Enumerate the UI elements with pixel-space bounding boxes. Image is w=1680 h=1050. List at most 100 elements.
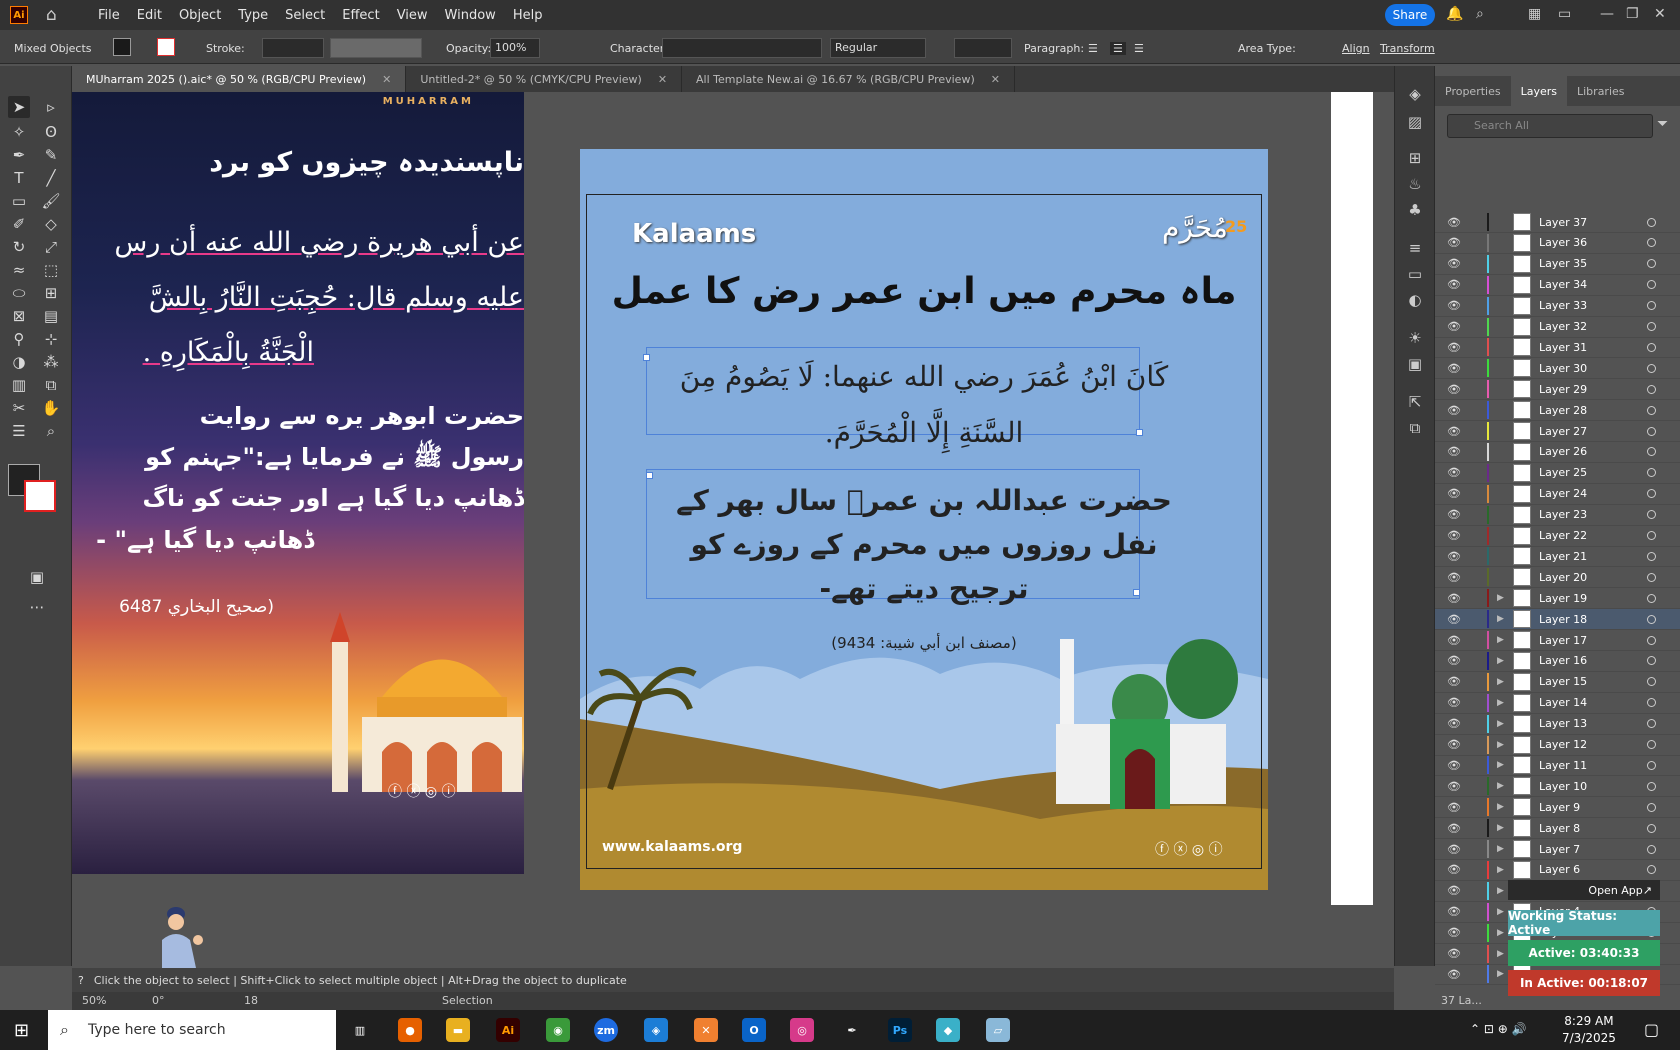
close-icon[interactable]: ✕: [658, 73, 667, 86]
layer-row[interactable]: 👁 ▶ Layer 16: [1435, 651, 1680, 672]
visibility-eye-icon[interactable]: 👁: [1447, 529, 1461, 542]
visibility-eye-icon[interactable]: 👁: [1447, 863, 1461, 876]
layer-name[interactable]: Layer 16: [1539, 654, 1587, 667]
slice-tool-icon[interactable]: ✂: [8, 397, 30, 419]
fill-swatch[interactable]: [113, 38, 131, 56]
layer-name[interactable]: Layer 34: [1539, 278, 1587, 291]
artboard-number-field[interactable]: 18: [244, 994, 258, 1007]
target-circle-icon[interactable]: [1647, 760, 1656, 770]
arabic-hadith-text[interactable]: كَانَ ابْنُ عُمَرَ رضي الله عنهما: لَا ي…: [650, 349, 1198, 461]
expand-chevron-icon[interactable]: ▶: [1497, 593, 1504, 603]
artboard-blank[interactable]: [1331, 92, 1373, 905]
layer-row[interactable]: 👁 ▶ Layer 15: [1435, 672, 1680, 693]
gradient-panel-icon[interactable]: ▭: [1405, 264, 1425, 284]
target-circle-icon[interactable]: [1647, 489, 1656, 499]
target-circle-icon[interactable]: [1647, 823, 1656, 833]
visibility-eye-icon[interactable]: 👁: [1447, 550, 1461, 563]
clock[interactable]: 8:29 AM 7/3/2025: [1562, 1013, 1616, 1047]
vscode-icon[interactable]: ◈: [644, 1018, 668, 1042]
layer-name[interactable]: Layer 24: [1539, 487, 1587, 500]
expand-chevron-icon[interactable]: ▶: [1497, 802, 1504, 812]
color-panel-icon[interactable]: ◈: [1405, 84, 1425, 104]
layers-search-input[interactable]: Search All: [1447, 114, 1653, 138]
visibility-eye-icon[interactable]: 👁: [1447, 738, 1461, 751]
urdu-translation-text[interactable]: حضرت عبداللہ بن عمرؓ سال بھر کے نفل روزو…: [650, 479, 1198, 611]
layer-row[interactable]: 👁 Layer 36: [1435, 233, 1680, 254]
eyedropper-tool-icon[interactable]: ⚲: [8, 328, 30, 350]
visibility-eye-icon[interactable]: 👁: [1447, 675, 1461, 688]
width-tool-icon[interactable]: ≈: [8, 259, 30, 281]
visibility-eye-icon[interactable]: 👁: [1447, 843, 1461, 856]
target-circle-icon[interactable]: [1647, 551, 1656, 561]
target-circle-icon[interactable]: [1647, 635, 1656, 645]
free-transform-icon[interactable]: ⬚: [40, 259, 62, 281]
export-icon[interactable]: ⇱: [1405, 392, 1425, 412]
measure-tool-icon[interactable]: ⊹: [40, 328, 62, 350]
edit-toolbar-icon[interactable]: ☰: [8, 420, 30, 442]
rectangle-tool-icon[interactable]: ▭: [8, 190, 30, 212]
visibility-eye-icon[interactable]: 👁: [1447, 654, 1461, 667]
expand-chevron-icon[interactable]: ▶: [1497, 760, 1504, 770]
expand-chevron-icon[interactable]: ▶: [1497, 949, 1504, 959]
layer-row[interactable]: 👁 Layer 23: [1435, 505, 1680, 526]
layer-row[interactable]: 👁 Layer 27: [1435, 421, 1680, 442]
layer-row[interactable]: 👁 Layer 20: [1435, 567, 1680, 589]
menu-type[interactable]: Type: [238, 8, 268, 23]
gradient-tool-icon[interactable]: ▤: [40, 305, 62, 327]
rotate-tool-icon[interactable]: ↻: [8, 236, 30, 258]
expand-chevron-icon[interactable]: ▶: [1497, 635, 1504, 645]
visibility-eye-icon[interactable]: 👁: [1447, 780, 1461, 793]
artboards-panel-icon[interactable]: ⧉: [1405, 418, 1425, 438]
target-circle-icon[interactable]: [1647, 677, 1656, 687]
menu-help[interactable]: Help: [513, 8, 543, 23]
swatches-panel-icon[interactable]: ▨: [1405, 112, 1425, 132]
target-circle-icon[interactable]: [1647, 342, 1656, 352]
target-circle-icon[interactable]: [1647, 781, 1656, 791]
outlook-icon[interactable]: O: [742, 1018, 766, 1042]
close-icon[interactable]: ✕: [382, 73, 391, 86]
layer-name[interactable]: Layer 10: [1539, 780, 1587, 793]
expand-chevron-icon[interactable]: ▶: [1497, 740, 1504, 750]
target-circle-icon[interactable]: [1647, 719, 1656, 729]
home-icon[interactable]: ⌂: [46, 6, 66, 24]
visibility-eye-icon[interactable]: 👁: [1447, 445, 1461, 458]
layer-name[interactable]: Layer 15: [1539, 675, 1587, 688]
symbols-panel-icon[interactable]: ⊞: [1405, 148, 1425, 168]
expand-chevron-icon[interactable]: ▶: [1497, 823, 1504, 833]
stroke-panel-icon[interactable]: ≡: [1405, 238, 1425, 258]
layer-row[interactable]: 👁 ▶ Layer 18: [1435, 609, 1680, 631]
target-circle-icon[interactable]: [1647, 259, 1656, 269]
layer-name[interactable]: Layer 33: [1539, 299, 1587, 312]
workspace-icon[interactable]: ▦: [1528, 6, 1541, 22]
layer-name[interactable]: Layer 18: [1539, 613, 1587, 626]
file-explorer-icon[interactable]: ▬: [446, 1018, 470, 1042]
layer-name[interactable]: Layer 26: [1539, 445, 1587, 458]
layer-name[interactable]: Layer 35: [1539, 257, 1587, 270]
layer-row[interactable]: 👁 Layer 29: [1435, 379, 1680, 401]
stroke-weight-field[interactable]: [262, 38, 324, 58]
visibility-eye-icon[interactable]: 👁: [1447, 466, 1461, 479]
layer-name[interactable]: Layer 11: [1539, 759, 1587, 772]
target-circle-icon[interactable]: [1647, 802, 1656, 812]
layer-row[interactable]: 👁 ▶ Layer 7: [1435, 839, 1680, 860]
visibility-eye-icon[interactable]: 👁: [1447, 926, 1461, 939]
layer-name[interactable]: Layer 6: [1539, 863, 1580, 876]
bell-icon[interactable]: 🔔: [1446, 6, 1463, 22]
visibility-eye-icon[interactable]: 👁: [1447, 425, 1461, 438]
target-circle-icon[interactable]: [1647, 280, 1656, 290]
scale-tool-icon[interactable]: ⤢: [40, 236, 62, 258]
layer-name[interactable]: Layer 8: [1539, 822, 1580, 835]
layer-name[interactable]: Layer 37: [1539, 216, 1587, 229]
layer-row[interactable]: 👁 Layer 35: [1435, 254, 1680, 275]
target-circle-icon[interactable]: [1647, 844, 1656, 854]
expand-chevron-icon[interactable]: ▶: [1497, 907, 1504, 917]
visibility-eye-icon[interactable]: 👁: [1447, 487, 1461, 500]
font-family-field[interactable]: [662, 38, 822, 58]
visibility-eye-icon[interactable]: 👁: [1447, 822, 1461, 835]
direct-selection-tool-icon[interactable]: ▹: [40, 96, 62, 118]
system-tray-icons[interactable]: ⌃ ⊡ ⊕ 🔊: [1470, 1022, 1527, 1036]
resize-handle[interactable]: [643, 354, 650, 361]
screen-mode-icon[interactable]: ▣: [26, 566, 48, 588]
layer-row[interactable]: 👁 ▶ Layer 9: [1435, 797, 1680, 819]
font-style-field[interactable]: Regular: [830, 38, 926, 58]
